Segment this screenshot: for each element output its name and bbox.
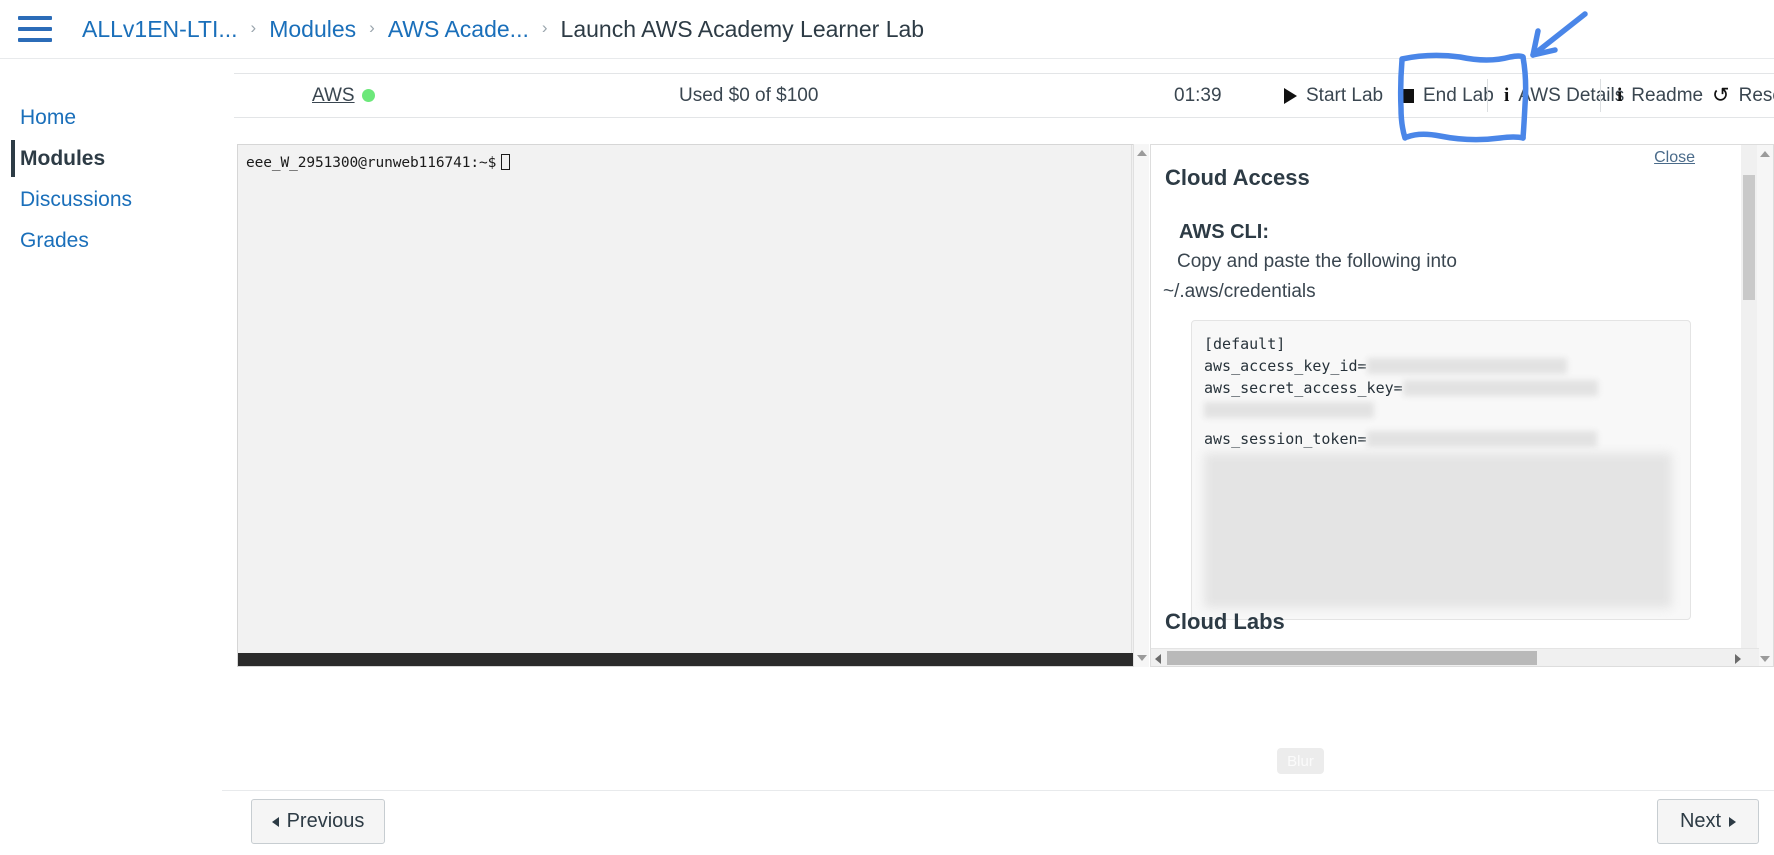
scroll-down-arrow-icon[interactable] (1137, 655, 1147, 661)
reset-label: Reset (1738, 84, 1774, 106)
content-divider (222, 790, 1774, 791)
lab-timer: 01:39 (1174, 84, 1222, 106)
play-icon (1284, 87, 1297, 104)
terminal-outer-vertical-scrollbar[interactable] (1133, 144, 1149, 667)
credential-line-secret-key: aws_secret_access_key= (1204, 379, 1690, 401)
sidebar-item-home[interactable]: Home (0, 97, 222, 138)
aws-cli-heading: AWS CLI: (1179, 221, 1269, 243)
terminal-panel[interactable]: eee_W_2951300@runweb116741:~$ (237, 144, 1148, 667)
cli-instruction-line-2: ~/.aws/credentials (1163, 280, 1316, 302)
course-navigation-sidebar: Home Modules Discussions Grades (0, 59, 222, 855)
blur-badge[interactable]: Blur (1277, 748, 1324, 774)
credentials-code-block[interactable]: [default] aws_access_key_id= aws_secret_… (1191, 319, 1691, 620)
hamburger-menu-icon[interactable] (18, 16, 52, 42)
credential-key-label: aws_session_token= (1204, 429, 1367, 448)
credential-key-label: aws_access_key_id= (1204, 356, 1367, 375)
sidebar-item-label: Modules (20, 146, 106, 170)
app-root: ALLv1EN-LTI... › Modules › AWS Acade... … (0, 0, 1774, 855)
scrollbar-thumb[interactable] (1743, 175, 1755, 300)
end-lab-label: End Lab (1423, 84, 1494, 106)
credential-key-label: aws_secret_access_key= (1204, 378, 1403, 397)
aws-console-link[interactable]: AWS (312, 85, 375, 107)
next-label: Next (1679, 810, 1722, 832)
scrollbar-thumb[interactable] (1167, 651, 1537, 665)
redacted-value (1402, 379, 1598, 396)
sidebar-item-discussions[interactable]: Discussions (0, 179, 222, 220)
stop-icon (1400, 88, 1414, 103)
aws-console-label: AWS (312, 84, 355, 106)
toolbar-divider (1487, 79, 1488, 112)
previous-button[interactable]: Previous (251, 799, 385, 844)
top-breadcrumb-bar: ALLv1EN-LTI... › Modules › AWS Acade... … (0, 0, 1774, 59)
breadcrumb-item-aws-academy[interactable]: AWS Acade... (388, 16, 529, 43)
credential-line-default: [default] (1204, 334, 1286, 353)
start-lab-button[interactable]: Start Lab (1284, 73, 1383, 118)
lab-content-area: AWS Used $0 of $100 01:39 Start Lab End … (222, 59, 1774, 855)
sidebar-item-label: Discussions (20, 187, 133, 211)
redacted-value (1204, 401, 1374, 418)
cloud-labs-heading: Cloud Labs (1165, 609, 1285, 634)
redacted-value (1366, 430, 1597, 447)
credit-usage-status: Used $0 of $100 (679, 84, 819, 106)
toolbar-divider (1600, 79, 1601, 112)
sidebar-item-grades[interactable]: Grades (0, 220, 222, 261)
sidebar-item-modules[interactable]: Modules (0, 138, 222, 179)
sidebar-item-label: Grades (20, 228, 89, 252)
aws-details-panel: Close Cloud Access AWS CLI: Copy and pas… (1150, 144, 1774, 667)
breadcrumb-item-course[interactable]: ALLv1EN-LTI... (82, 16, 238, 43)
end-lab-button[interactable]: End Lab (1400, 73, 1494, 118)
close-panel-link[interactable]: Close (1654, 149, 1695, 167)
breadcrumb: ALLv1EN-LTI... › Modules › AWS Acade... … (82, 16, 924, 43)
scroll-left-arrow-icon[interactable] (1155, 654, 1161, 664)
scroll-up-arrow-icon[interactable] (1760, 151, 1770, 157)
blur-badge-label: Blur (1287, 752, 1314, 770)
breadcrumb-separator: › (369, 18, 375, 37)
breadcrumb-separator: › (250, 18, 257, 37)
lab-control-toolbar: AWS Used $0 of $100 01:39 Start Lab End … (234, 73, 1774, 118)
breadcrumb-item-modules[interactable]: Modules (269, 16, 356, 43)
previous-label: Previous (286, 810, 365, 832)
scrollbar-thumb[interactable] (238, 653, 1133, 666)
breadcrumb-item-current: Launch AWS Academy Learner Lab (560, 15, 925, 42)
readme-label: Readme (1631, 84, 1704, 106)
chevron-left-icon (271, 816, 279, 827)
credential-wrap-line (1204, 401, 1690, 423)
next-button[interactable]: Next (1657, 799, 1759, 844)
terminal-output: eee_W_2951300@runweb116741:~$ (238, 145, 1146, 171)
credential-line-session-token: aws_session_token= (1204, 430, 1690, 452)
aws-status-dot-icon (361, 89, 375, 102)
cli-instruction-line-1: Copy and paste the following into (1177, 251, 1457, 272)
panel-horizontal-scrollbar[interactable] (1151, 648, 1759, 666)
readme-button[interactable]: i Readme (1600, 73, 1704, 118)
sidebar-item-label: Home (20, 105, 77, 129)
panel-vertical-scrollbar[interactable] (1741, 145, 1757, 651)
aws-details-button[interactable]: i AWS Details (1487, 73, 1625, 118)
credential-line-access-key: aws_access_key_id= (1204, 357, 1690, 379)
terminal-cursor (501, 154, 511, 170)
cloud-access-heading: Cloud Access (1165, 165, 1310, 190)
terminal-prompt: eee_W_2951300@runweb116741:~$ (246, 155, 497, 171)
start-lab-label: Start Lab (1306, 84, 1384, 106)
chevron-right-icon (1729, 816, 1737, 827)
scroll-down-arrow-icon[interactable] (1760, 656, 1770, 662)
redacted-token-body (1204, 452, 1672, 608)
reset-button[interactable]: ↺ Reset (1712, 73, 1774, 118)
info-icon: i (1617, 84, 1623, 106)
reset-icon: ↺ (1712, 84, 1730, 107)
redacted-value (1366, 357, 1567, 374)
scroll-right-arrow-icon[interactable] (1735, 654, 1741, 664)
info-icon: i (1504, 84, 1510, 106)
scroll-up-arrow-icon[interactable] (1137, 150, 1147, 156)
aws-details-label: AWS Details (1518, 84, 1625, 106)
terminal-horizontal-scrollbar[interactable] (238, 653, 1148, 666)
aws-details-content: Close Cloud Access AWS CLI: Copy and pas… (1151, 145, 1739, 666)
panel-outer-vertical-scrollbar[interactable] (1757, 145, 1773, 666)
breadcrumb-separator: › (541, 18, 548, 37)
